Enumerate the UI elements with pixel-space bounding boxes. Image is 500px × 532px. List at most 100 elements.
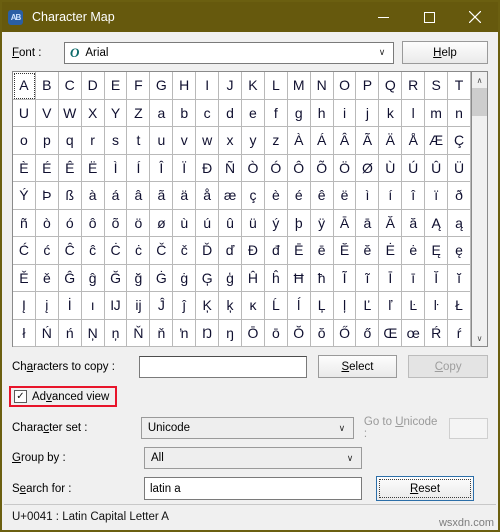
character-cell[interactable]: ō — [264, 319, 288, 347]
character-cell[interactable]: ă — [402, 209, 426, 237]
character-cell[interactable]: Ü — [448, 154, 471, 182]
character-cell[interactable]: Ö — [333, 154, 357, 182]
character-cell[interactable]: þ — [287, 209, 311, 237]
character-cell[interactable]: F — [127, 72, 151, 100]
character-cell[interactable]: i — [333, 99, 357, 127]
character-cell[interactable]: ã — [150, 182, 174, 210]
character-cell[interactable]: h — [310, 99, 334, 127]
character-cell[interactable]: U — [13, 99, 36, 127]
character-cell[interactable]: n — [448, 99, 471, 127]
character-cell[interactable]: Ė — [379, 237, 403, 265]
character-cell[interactable]: ö — [127, 209, 151, 237]
character-cell[interactable]: B — [35, 72, 59, 100]
character-cell[interactable]: ě — [35, 264, 59, 292]
character-cell[interactable]: g — [287, 99, 311, 127]
character-grid[interactable]: ABCDEFGHIJKLMNOPQRST UVWXYZabcdefghijklmn… — [12, 71, 471, 347]
character-cell[interactable]: ī — [402, 264, 426, 292]
character-cell[interactable]: ĩ — [356, 264, 380, 292]
character-cell[interactable]: É — [35, 154, 59, 182]
character-cell[interactable]: Ã — [356, 127, 380, 155]
character-cell[interactable]: Z — [127, 99, 151, 127]
character-cell[interactable]: Ć — [13, 237, 36, 265]
character-cell[interactable]: Ő — [333, 319, 357, 347]
character-cell[interactable]: ð — [448, 182, 471, 210]
character-cell[interactable]: w — [196, 127, 220, 155]
character-cell[interactable]: È — [13, 154, 36, 182]
character-cell[interactable]: t — [127, 127, 151, 155]
character-cell[interactable]: ô — [81, 209, 105, 237]
character-cell[interactable]: G — [150, 72, 174, 100]
character-cell[interactable]: Ġ — [150, 264, 174, 292]
character-cell[interactable]: Ł — [448, 292, 471, 320]
character-cell[interactable]: T — [448, 72, 471, 100]
character-cell[interactable]: à — [81, 182, 105, 210]
character-cell[interactable]: Ĝ — [58, 264, 82, 292]
character-cell[interactable]: y — [241, 127, 265, 155]
character-cell[interactable]: E — [104, 72, 128, 100]
character-cell[interactable]: ŕ — [448, 319, 471, 347]
character-cell[interactable]: î — [402, 182, 426, 210]
character-cell[interactable]: ĸ — [241, 292, 265, 320]
character-cell[interactable]: P — [356, 72, 380, 100]
font-select[interactable]: O Arial ∨ — [64, 41, 394, 64]
character-cell[interactable]: ï — [425, 182, 449, 210]
character-cell[interactable]: Í — [127, 154, 151, 182]
character-cell[interactable]: H — [173, 72, 197, 100]
character-cell[interactable]: Ĥ — [241, 264, 265, 292]
character-cell[interactable]: Ą — [425, 209, 449, 237]
character-cell[interactable]: į — [35, 292, 59, 320]
character-cell[interactable]: Ô — [287, 154, 311, 182]
character-cell[interactable]: b — [173, 99, 197, 127]
character-cell[interactable]: x — [219, 127, 242, 155]
character-cell[interactable]: m — [425, 99, 449, 127]
character-cell[interactable]: Ď — [196, 237, 220, 265]
character-cell[interactable]: ĥ — [264, 264, 288, 292]
character-cell[interactable]: ß — [58, 182, 82, 210]
character-cell[interactable]: ĉ — [81, 237, 105, 265]
character-cell[interactable]: Ń — [35, 319, 59, 347]
character-cell[interactable]: é — [287, 182, 311, 210]
character-cell[interactable]: œ — [402, 319, 426, 347]
character-cell[interactable]: ü — [241, 209, 265, 237]
character-cell[interactable]: ù — [173, 209, 197, 237]
character-cell[interactable]: f — [264, 99, 288, 127]
character-cell[interactable]: ń — [58, 319, 82, 347]
character-cell[interactable]: Ë — [81, 154, 105, 182]
character-cell[interactable]: V — [35, 99, 59, 127]
character-cell[interactable]: l — [402, 99, 426, 127]
character-cell[interactable]: Ň — [127, 319, 151, 347]
character-cell[interactable]: ġ — [173, 264, 197, 292]
character-cell[interactable]: Ê — [58, 154, 82, 182]
character-cell[interactable]: Ă — [379, 209, 403, 237]
character-cell[interactable]: e — [241, 99, 265, 127]
character-cell[interactable]: ė — [402, 237, 426, 265]
character-cell[interactable]: ő — [356, 319, 380, 347]
character-cell[interactable]: Ō — [241, 319, 265, 347]
character-cell[interactable]: Ù — [379, 154, 403, 182]
character-cell[interactable]: ä — [173, 182, 197, 210]
character-cell[interactable]: Ŏ — [287, 319, 311, 347]
character-cell[interactable]: Ý — [13, 182, 36, 210]
character-cell[interactable]: A — [13, 72, 36, 100]
character-cell[interactable]: ľ — [379, 292, 403, 320]
character-cell[interactable]: ú — [196, 209, 220, 237]
character-cell[interactable]: Ĳ — [104, 292, 128, 320]
scrollbar-track[interactable] — [472, 88, 487, 330]
character-cell[interactable]: ļ — [333, 292, 357, 320]
character-cell[interactable]: ķ — [219, 292, 242, 320]
character-cell[interactable]: Ŋ — [196, 319, 220, 347]
character-cell[interactable]: Ñ — [219, 154, 242, 182]
scroll-up-icon[interactable]: ∧ — [472, 72, 487, 88]
character-cell[interactable]: Ì — [104, 154, 128, 182]
character-cell[interactable]: Ø — [356, 154, 380, 182]
character-cell[interactable]: ĵ — [173, 292, 197, 320]
character-cell[interactable]: j — [356, 99, 380, 127]
character-cell[interactable]: Û — [425, 154, 449, 182]
character-cell[interactable]: ý — [264, 209, 288, 237]
character-cell[interactable]: Ó — [264, 154, 288, 182]
character-cell[interactable]: Ě — [13, 264, 36, 292]
character-cell[interactable]: æ — [219, 182, 242, 210]
character-cell[interactable]: Î — [150, 154, 174, 182]
character-cell[interactable]: Ņ — [81, 319, 105, 347]
character-cell[interactable]: Ħ — [287, 264, 311, 292]
